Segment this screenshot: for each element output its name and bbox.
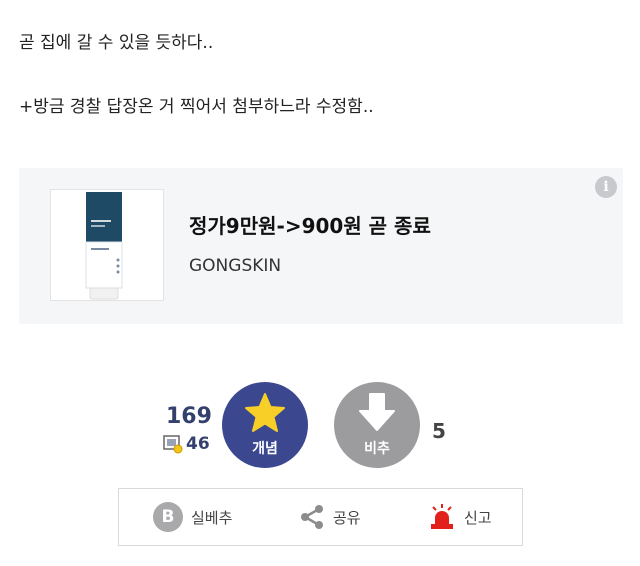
report-label: 신고 — [464, 508, 492, 527]
product-ad-card[interactable]: 정가9만원->900원 곧 종료 GONGSKIN i — [19, 168, 623, 324]
share-label: 공유 — [333, 508, 361, 527]
best-badge-icon: B — [153, 502, 183, 532]
best-recommend-button[interactable]: B 실베추 — [153, 489, 232, 545]
post-text-line-2: +방금 경찰 답장온 거 찍어서 첨부하느라 수정함.. — [19, 97, 374, 117]
best-recommend-label: 실베추 — [191, 508, 233, 527]
post-text-line-1: 곧 집에 갈 수 있을 듯하다.. — [19, 33, 214, 53]
siren-icon — [431, 504, 453, 529]
product-brand: GONGSKIN — [189, 256, 282, 276]
downvote-label: 비추 — [364, 441, 390, 457]
report-button[interactable]: 신고 — [428, 489, 492, 545]
post-action-bar: B 실베추 공유 신고 — [118, 488, 523, 546]
downvote-count: 5 — [432, 419, 446, 443]
product-tube-image — [85, 192, 123, 300]
upvote-label: 개념 — [252, 441, 278, 457]
product-title[interactable]: 정가9만원->900원 곧 종료 — [189, 210, 431, 239]
share-button[interactable]: 공유 — [299, 489, 361, 545]
info-icon[interactable]: i — [595, 176, 617, 198]
product-thumbnail[interactable] — [50, 189, 164, 301]
upvote-button[interactable]: 개념 — [222, 382, 308, 468]
fixed-user-vote-icon — [163, 435, 183, 454]
downvote-button[interactable]: 비추 — [334, 382, 420, 468]
down-arrow-icon — [359, 393, 395, 431]
star-icon — [245, 393, 285, 432]
fixed-user-upvote-count: 46 — [186, 434, 210, 454]
upvote-count: 169 — [166, 404, 212, 429]
share-icon — [301, 505, 323, 529]
